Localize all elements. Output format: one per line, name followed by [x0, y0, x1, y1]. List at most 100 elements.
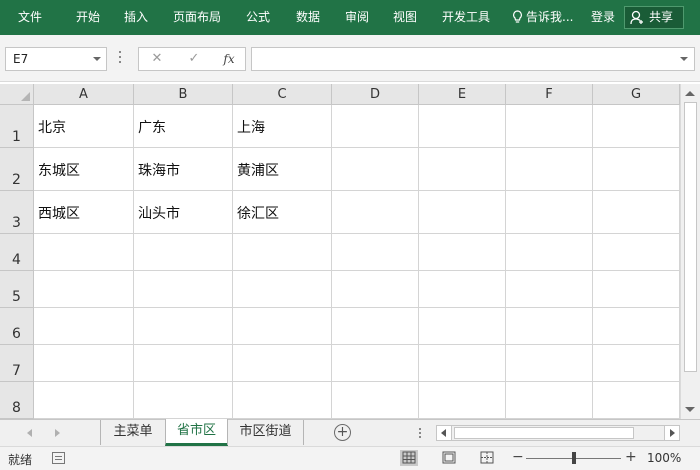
cell-a4[interactable] [34, 234, 134, 271]
tab-file[interactable]: 文件 [18, 0, 42, 35]
horizontal-scrollbar[interactable] [436, 425, 680, 441]
cell-b4[interactable] [134, 234, 233, 271]
cell-g7[interactable] [593, 345, 680, 382]
row-header-7[interactable]: 7 [0, 345, 34, 382]
cell-a6[interactable] [34, 308, 134, 345]
column-header-c[interactable]: C [233, 84, 332, 105]
cell-b8[interactable] [134, 382, 233, 419]
normal-view-icon[interactable] [400, 450, 418, 466]
expand-formula-icon[interactable] [680, 57, 688, 61]
cell-c2[interactable]: 黄浦区 [233, 148, 332, 191]
zoom-slider-thumb[interactable] [571, 452, 576, 464]
cell-g1[interactable] [593, 105, 680, 148]
cell-e4[interactable] [419, 234, 506, 271]
zoom-out-button[interactable]: − [512, 449, 524, 465]
cell-f3[interactable] [506, 191, 593, 234]
cell-b3[interactable]: 汕头市 [134, 191, 233, 234]
cell-f6[interactable] [506, 308, 593, 345]
cell-e5[interactable] [419, 271, 506, 308]
horizontal-scroll-thumb[interactable] [454, 427, 634, 439]
cell-c5[interactable] [233, 271, 332, 308]
cell-f1[interactable] [506, 105, 593, 148]
cell-c1[interactable]: 上海 [233, 105, 332, 148]
cell-d3[interactable] [332, 191, 419, 234]
zoom-level[interactable]: 100% [647, 451, 681, 465]
cell-e7[interactable] [419, 345, 506, 382]
formula-input[interactable] [251, 47, 695, 71]
name-box[interactable]: E7 [5, 47, 107, 71]
scroll-left-icon[interactable] [437, 426, 452, 440]
cell-c4[interactable] [233, 234, 332, 271]
tab-developer[interactable]: 开发工具 [442, 0, 490, 35]
cell-e1[interactable] [419, 105, 506, 148]
vertical-scroll-thumb[interactable] [684, 102, 697, 372]
cell-f5[interactable] [506, 271, 593, 308]
scroll-right-icon[interactable] [664, 426, 679, 440]
tab-home[interactable]: 开始 [76, 0, 100, 35]
row-header-3[interactable]: 3 [0, 191, 34, 234]
row-header-6[interactable]: 6 [0, 308, 34, 345]
tell-me-search[interactable]: 告诉我... [512, 0, 573, 35]
cell-f7[interactable] [506, 345, 593, 382]
cell-a8[interactable] [34, 382, 134, 419]
page-break-view-icon[interactable] [478, 450, 496, 466]
cell-f4[interactable] [506, 234, 593, 271]
cell-e8[interactable] [419, 382, 506, 419]
tab-view[interactable]: 视图 [393, 0, 417, 35]
scroll-down-icon[interactable] [685, 407, 695, 412]
cell-g3[interactable] [593, 191, 680, 234]
column-header-e[interactable]: E [419, 84, 506, 105]
cancel-icon[interactable]: ✕ [142, 48, 172, 70]
row-header-8[interactable]: 8 [0, 382, 34, 419]
cell-b2[interactable]: 珠海市 [134, 148, 233, 191]
check-icon[interactable]: ✓ [179, 48, 209, 70]
cell-a3[interactable]: 西城区 [34, 191, 134, 234]
column-header-a[interactable]: A [34, 84, 134, 105]
zoom-in-button[interactable]: + [625, 449, 637, 465]
cell-a2[interactable]: 东城区 [34, 148, 134, 191]
cell-d5[interactable] [332, 271, 419, 308]
cell-e3[interactable] [419, 191, 506, 234]
cell-b6[interactable] [134, 308, 233, 345]
cell-b5[interactable] [134, 271, 233, 308]
tab-formulas[interactable]: 公式 [246, 0, 270, 35]
login-button[interactable]: 登录 [591, 0, 615, 35]
prev-sheet-icon[interactable] [27, 429, 32, 437]
cell-g2[interactable] [593, 148, 680, 191]
row-header-5[interactable]: 5 [0, 271, 34, 308]
cell-e2[interactable] [419, 148, 506, 191]
cell-c6[interactable] [233, 308, 332, 345]
tab-insert[interactable]: 插入 [124, 0, 148, 35]
sheet-tab-main-menu[interactable]: 主菜单 [100, 420, 166, 445]
cell-g4[interactable] [593, 234, 680, 271]
column-header-d[interactable]: D [332, 84, 419, 105]
cell-c3[interactable]: 徐汇区 [233, 191, 332, 234]
column-header-f[interactable]: F [506, 84, 593, 105]
cell-d8[interactable] [332, 382, 419, 419]
cell-g8[interactable] [593, 382, 680, 419]
cell-d2[interactable] [332, 148, 419, 191]
column-header-g[interactable]: G [593, 84, 680, 105]
tab-data[interactable]: 数据 [296, 0, 320, 35]
tab-page-layout[interactable]: 页面布局 [173, 0, 221, 35]
next-sheet-icon[interactable] [55, 429, 60, 437]
cell-d4[interactable] [332, 234, 419, 271]
tab-review[interactable]: 审阅 [345, 0, 369, 35]
page-layout-view-icon[interactable] [440, 450, 458, 466]
cell-e6[interactable] [419, 308, 506, 345]
scroll-up-icon[interactable] [685, 91, 695, 96]
cell-d6[interactable] [332, 308, 419, 345]
cell-b7[interactable] [134, 345, 233, 382]
cell-c7[interactable] [233, 345, 332, 382]
row-header-4[interactable]: 4 [0, 234, 34, 271]
vertical-scrollbar[interactable] [680, 84, 700, 419]
share-button[interactable]: 共享 [624, 6, 684, 29]
cell-f2[interactable] [506, 148, 593, 191]
cell-b1[interactable]: 广东 [134, 105, 233, 148]
cell-a5[interactable] [34, 271, 134, 308]
cell-g6[interactable] [593, 308, 680, 345]
sheet-tab-city-district-street[interactable]: 市区街道 [227, 420, 304, 445]
column-header-b[interactable]: B [134, 84, 233, 105]
cell-d1[interactable] [332, 105, 419, 148]
macro-record-icon[interactable] [52, 452, 65, 464]
